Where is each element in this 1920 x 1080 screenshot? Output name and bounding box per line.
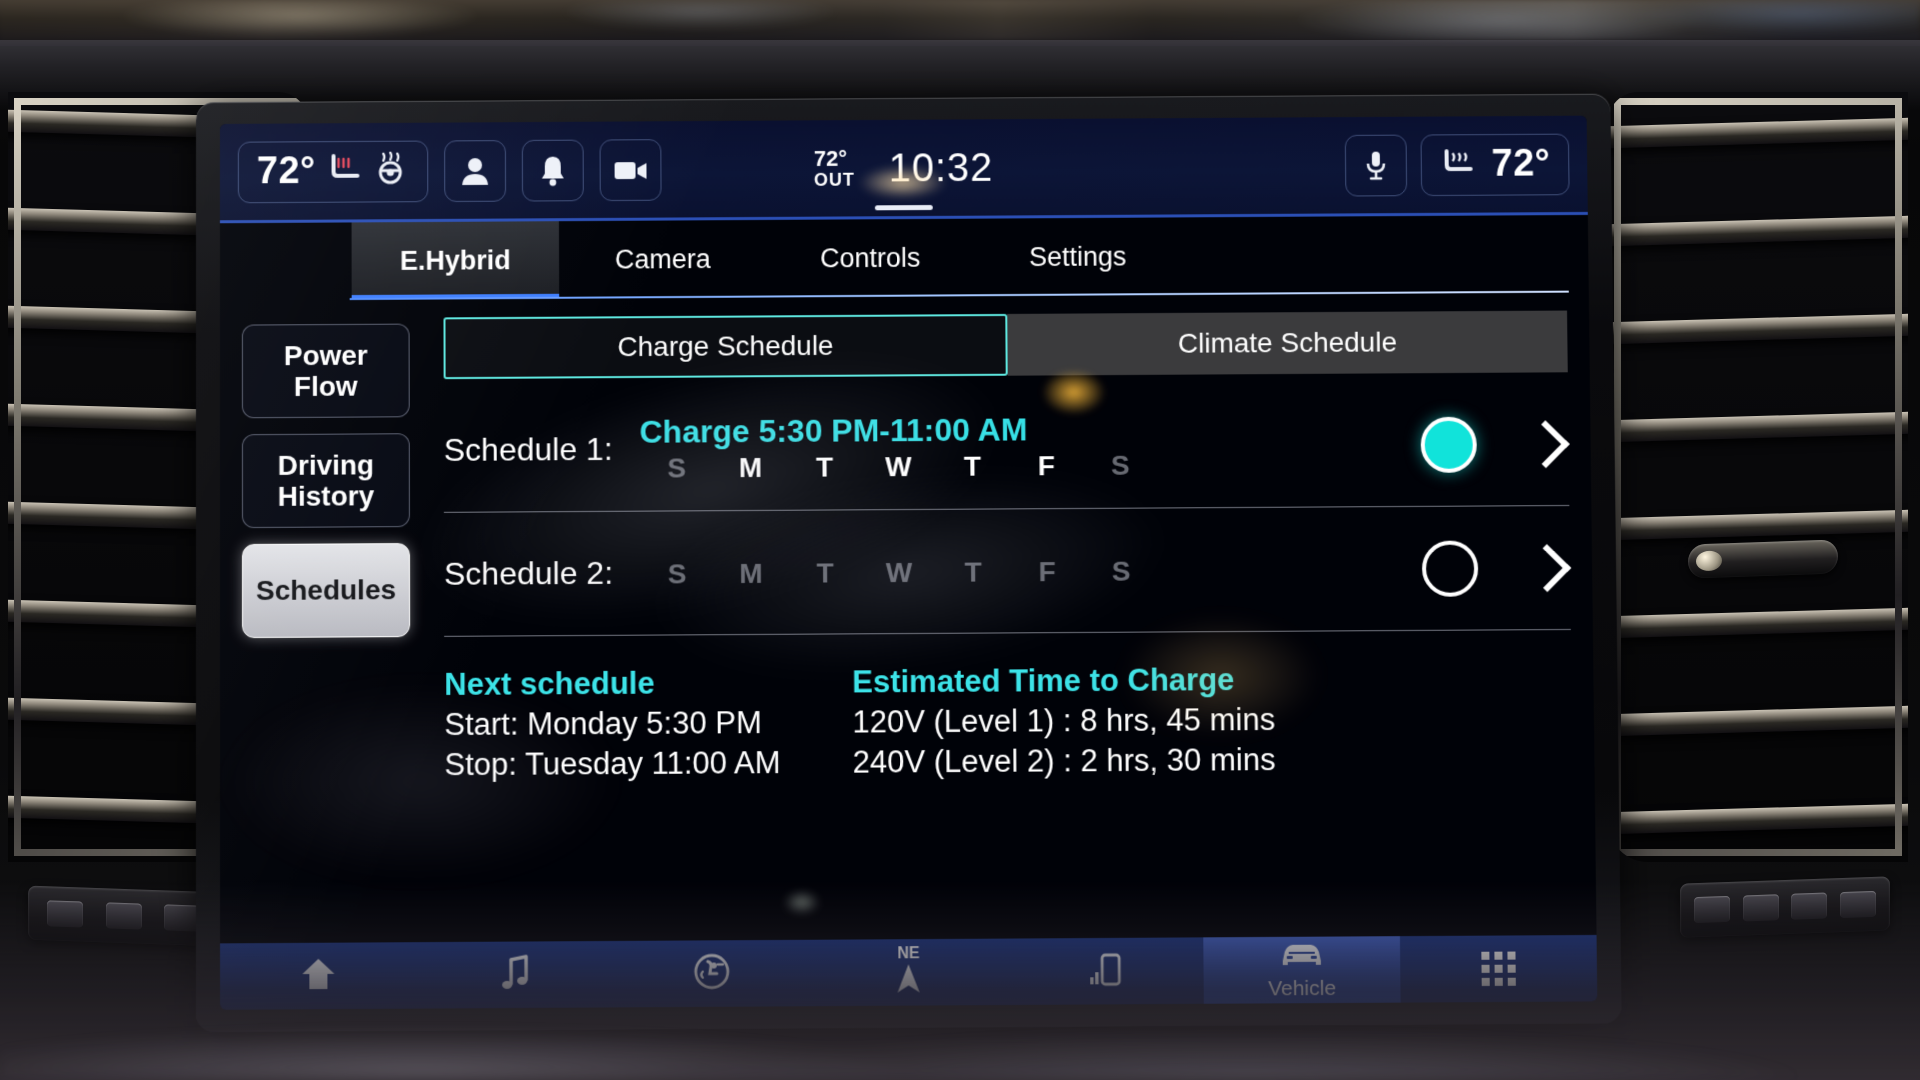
day-t1[interactable]: T	[788, 557, 862, 589]
estimated-charge-level1: 120V (Level 1) : 8 hrs, 45 mins	[852, 701, 1276, 740]
status-center-group: 72° OUT 10:32	[814, 145, 994, 191]
estimated-charge-block: Estimated Time to Charge 120V (Level 1) …	[852, 662, 1276, 782]
day-f[interactable]: F	[1009, 450, 1083, 482]
segment-label: Charge Schedule	[617, 329, 834, 363]
day-s[interactable]: S	[640, 452, 714, 484]
bell-icon[interactable]	[521, 139, 584, 202]
ehybrid-sidebar: Power Flow Driving History Schedules	[241, 318, 415, 944]
schedule-label: Schedule 2:	[443, 554, 614, 592]
air-vent-right[interactable]	[1608, 92, 1908, 862]
segment-climate-schedule[interactable]: Climate Schedule	[1007, 310, 1568, 376]
vehicle-dashboard: 72° 72° OUT 10:32 72° E.Hybrid Camera Co…	[0, 0, 1920, 1080]
estimated-charge-level2: 240V (Level 2) : 2 hrs, 30 mins	[852, 741, 1276, 780]
status-bar: 72° 72° OUT 10:32 72°	[219, 115, 1588, 224]
outside-temp: 72°	[813, 145, 848, 171]
next-schedule-block: Next schedule Start: Monday 5:30 PM Stop…	[444, 665, 780, 785]
ventilated-seat-icon[interactable]	[1440, 145, 1480, 184]
schedule-info: Next schedule Start: Monday 5:30 PM Stop…	[444, 630, 1572, 785]
sidebar-item-label: Power Flow	[283, 339, 368, 402]
microphone-icon[interactable]	[1344, 134, 1408, 197]
vent-adjuster-knob[interactable]	[1688, 539, 1838, 579]
day-s2[interactable]: S	[1083, 450, 1157, 482]
cabin-temp-right: 72°	[1491, 142, 1551, 185]
infotainment-screen[interactable]: 72° 72° OUT 10:32 72° E.Hybrid Camera Co…	[219, 115, 1598, 1010]
outside-temp-block: 72° OUT	[813, 145, 855, 190]
segment-charge-schedule[interactable]: Charge Schedule	[443, 313, 1008, 380]
schedule-detail: S M T W T F S	[640, 551, 1422, 590]
schedule-2-toggle[interactable]	[1421, 540, 1479, 597]
content-area: Power Flow Driving History Schedules Cha…	[219, 292, 1597, 944]
outside-temp-label: OUT	[813, 169, 855, 190]
day-f[interactable]: F	[1010, 555, 1084, 587]
sidebar-item-driving-history[interactable]: Driving History	[241, 433, 410, 529]
tab-label: Camera	[614, 243, 711, 275]
day-s[interactable]: S	[640, 558, 714, 590]
climate-left-pill[interactable]: 72°	[237, 140, 429, 203]
cabin-temp-left: 72°	[256, 150, 316, 193]
day-t1[interactable]: T	[787, 451, 861, 483]
tab-ehybrid[interactable]: E.Hybrid	[351, 221, 560, 301]
day-s2[interactable]: S	[1084, 555, 1158, 587]
next-schedule-heading: Next schedule	[444, 665, 655, 702]
tab-settings[interactable]: Settings	[974, 217, 1182, 296]
day-m[interactable]: M	[714, 452, 788, 484]
schedule-label: Schedule 1:	[443, 430, 613, 468]
tab-controls[interactable]: Controls	[766, 219, 974, 298]
main-tab-bar: E.Hybrid Camera Controls Settings	[219, 214, 1589, 301]
day-selector[interactable]: S M T W T F S	[640, 448, 1422, 485]
schedule-type-segmented-control: Charge Schedule Climate Schedule	[443, 310, 1568, 380]
schedule-detail: Charge 5:30 PM-11:00 AM S M T W T F S	[639, 409, 1421, 485]
day-m[interactable]: M	[714, 557, 788, 589]
status-right-group: 72°	[1344, 133, 1570, 197]
chevron-right-icon[interactable]	[1521, 419, 1570, 468]
tab-label: Controls	[820, 242, 921, 273]
dash-lower-sheen	[0, 960, 1920, 1080]
charge-time-text: Charge 5:30 PM-11:00 AM	[639, 411, 1028, 450]
sidebar-item-schedules[interactable]: Schedules	[241, 543, 411, 639]
heated-seat-icon[interactable]	[328, 152, 366, 191]
tab-label: E.Hybrid	[399, 244, 511, 276]
schedule-row-1[interactable]: Schedule 1: Charge 5:30 PM-11:00 AM S M …	[443, 382, 1570, 513]
sidebar-item-power-flow[interactable]: Power Flow	[241, 323, 410, 419]
clock: 10:32	[888, 145, 994, 190]
status-drag-handle[interactable]	[874, 205, 933, 211]
next-schedule-start: Start: Monday 5:30 PM	[444, 705, 762, 743]
segment-label: Climate Schedule	[1177, 326, 1398, 359]
day-w[interactable]: W	[862, 556, 936, 588]
next-schedule-stop: Stop: Tuesday 11:00 AM	[444, 744, 781, 782]
estimated-charge-heading: Estimated Time to Charge	[852, 662, 1235, 700]
day-w[interactable]: W	[861, 451, 935, 483]
sidebar-item-label: Driving History	[277, 449, 375, 512]
sidebar-item-label: Schedules	[255, 574, 397, 607]
tab-camera[interactable]: Camera	[559, 220, 767, 299]
schedules-panel: Charge Schedule Climate Schedule Schedul…	[414, 310, 1575, 943]
climate-right-pill[interactable]: 72°	[1420, 133, 1570, 196]
schedule-row-2[interactable]: Schedule 2: S M T W T F S	[443, 505, 1572, 637]
schedule-1-toggle[interactable]	[1420, 416, 1478, 473]
chevron-right-icon[interactable]	[1523, 543, 1572, 592]
day-t2[interactable]: T	[936, 556, 1010, 588]
day-selector[interactable]: S M T W T F S	[640, 553, 1422, 590]
heated-steering-wheel-icon[interactable]	[371, 152, 409, 191]
day-t2[interactable]: T	[935, 450, 1009, 482]
tab-label: Settings	[1028, 241, 1127, 272]
video-camera-icon[interactable]	[599, 138, 662, 201]
user-profile-icon[interactable]	[444, 139, 507, 202]
